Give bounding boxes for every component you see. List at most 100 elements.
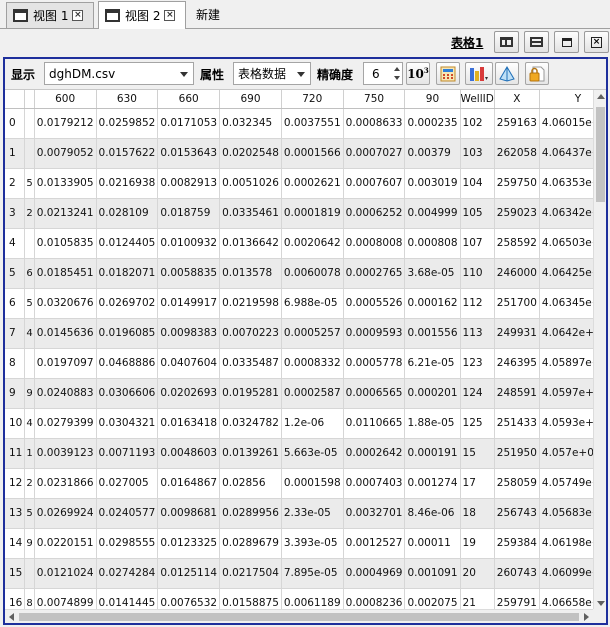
3d-view-button[interactable] bbox=[495, 62, 519, 85]
table-cell[interactable]: 0.0136642 bbox=[219, 228, 282, 259]
table-cell[interactable]: 0.001274 bbox=[404, 468, 461, 499]
row-index[interactable]: 12 bbox=[5, 468, 26, 499]
column-header[interactable]: 90 bbox=[404, 90, 461, 109]
split-horizontal-button[interactable] bbox=[524, 31, 549, 53]
table-cell[interactable]: 5.663e-05 bbox=[281, 438, 344, 469]
table-cell[interactable]: 17 bbox=[460, 468, 495, 499]
table-cell[interactable]: 124 bbox=[460, 378, 495, 409]
scroll-up-icon[interactable] bbox=[597, 94, 605, 99]
table-cell[interactable]: 251433 bbox=[494, 408, 540, 439]
table-cell[interactable]: 9 bbox=[24, 378, 35, 409]
table-cell[interactable]: 0.0082913 bbox=[157, 168, 221, 199]
row-index[interactable]: 14 bbox=[5, 528, 26, 559]
table-cell[interactable]: 0.0335461 bbox=[219, 198, 282, 229]
table-cell[interactable]: 1.88e-05 bbox=[404, 408, 461, 439]
table-cell[interactable]: 0.0157622 bbox=[96, 138, 159, 169]
table-row[interactable]: 6 5 0.0320676 0.0269702 0.0149917 0.0219598 6.… bbox=[5, 288, 606, 319]
scroll-left-icon[interactable] bbox=[9, 613, 14, 621]
table-cell[interactable]: 0.0020642 bbox=[281, 228, 344, 259]
row-index[interactable]: 9 bbox=[5, 378, 26, 409]
table-cell[interactable]: 0.0098681 bbox=[157, 498, 221, 529]
table-cell[interactable]: 9 bbox=[24, 528, 35, 559]
table-cell[interactable]: 20 bbox=[460, 558, 495, 589]
table-cell[interactable]: 260743 bbox=[494, 558, 540, 589]
table-cell[interactable]: 0.0051026 bbox=[219, 168, 282, 199]
table-cell[interactable]: 0.0298555 bbox=[96, 528, 159, 559]
row-index[interactable]: 13 bbox=[5, 498, 26, 529]
table-cell[interactable]: 3.68e-05 bbox=[404, 258, 461, 289]
file-select[interactable]: dghDM.csv bbox=[44, 62, 194, 85]
table-cell[interactable]: 0.00011 bbox=[404, 528, 461, 559]
table-cell[interactable]: 0.028109 bbox=[96, 198, 159, 229]
table-cell[interactable]: 0.0002765 bbox=[343, 258, 406, 289]
table-cell[interactable]: 0.0125114 bbox=[157, 558, 221, 589]
table-cell[interactable]: 0.0133905 bbox=[34, 168, 97, 199]
table-cell[interactable]: 0.0279399 bbox=[34, 408, 97, 439]
row-index[interactable]: 2 bbox=[5, 168, 26, 199]
table-row[interactable]: 11 1 0.0039123 0.0071193 0.0048603 0.0139261 5… bbox=[5, 438, 606, 469]
horizontal-scrollbar[interactable] bbox=[5, 609, 593, 623]
table-cell[interactable]: 0.0008332 bbox=[281, 348, 344, 379]
column-header[interactable]: WellID bbox=[460, 90, 495, 109]
color-chart-button[interactable] bbox=[465, 62, 493, 85]
column-header[interactable]: X bbox=[494, 90, 540, 109]
maximize-button[interactable] bbox=[554, 31, 579, 53]
table-cell[interactable]: 2 bbox=[24, 198, 35, 229]
table-cell[interactable]: 5 bbox=[24, 498, 35, 529]
table-cell[interactable]: 0.0195281 bbox=[219, 378, 282, 409]
table-cell[interactable]: 0.0220151 bbox=[34, 528, 97, 559]
scroll-down-icon[interactable] bbox=[597, 601, 605, 606]
table-cell[interactable]: 103 bbox=[460, 138, 495, 169]
table-cell[interactable]: 0.0145636 bbox=[34, 318, 97, 349]
table-cell[interactable]: 0.0185451 bbox=[34, 258, 97, 289]
table-cell[interactable]: 0.0098383 bbox=[157, 318, 221, 349]
table-cell[interactable]: 0.004999 bbox=[404, 198, 461, 229]
table-cell[interactable]: 2.33e-05 bbox=[281, 498, 344, 529]
table-cell[interactable]: 4 bbox=[24, 408, 35, 439]
row-index[interactable]: 15 bbox=[5, 558, 26, 589]
column-header[interactable]: 720 bbox=[281, 90, 344, 109]
data-table-grid[interactable]: 600 630 660 690 720 750 90 WellID X Y 0 0.0179212 0… bbox=[5, 89, 606, 623]
table-cell[interactable]: 259384 bbox=[494, 528, 540, 559]
table-cell[interactable]: 1.2e-06 bbox=[281, 408, 344, 439]
table-cell[interactable]: 0.018759 bbox=[157, 198, 221, 229]
column-header[interactable]: 690 bbox=[219, 90, 282, 109]
table-cell[interactable]: 105 bbox=[460, 198, 495, 229]
attribute-select[interactable]: 表格数据 bbox=[233, 62, 311, 85]
table-cell[interactable]: 2 bbox=[24, 468, 35, 499]
table-cell[interactable]: 0.000201 bbox=[404, 378, 461, 409]
table-cell[interactable]: 7.895e-05 bbox=[281, 558, 344, 589]
table-cell[interactable]: 0.0060078 bbox=[281, 258, 344, 289]
table-cell[interactable]: 0.001091 bbox=[404, 558, 461, 589]
table-cell[interactable]: 251950 bbox=[494, 438, 540, 469]
row-index[interactable]: 10 bbox=[5, 408, 26, 439]
table-cell[interactable]: 6.988e-05 bbox=[281, 288, 344, 319]
table-cell[interactable]: 0.0202693 bbox=[157, 378, 221, 409]
table-cell[interactable]: 0.0274284 bbox=[96, 558, 159, 589]
table-cell[interactable]: 0.013578 bbox=[219, 258, 282, 289]
row-index[interactable]: 8 bbox=[5, 348, 26, 379]
table-row[interactable]: 1 0.0079052 0.0157622 0.0153643 0.0202548 0.0… bbox=[5, 138, 606, 169]
table-cell[interactable]: 0.0202548 bbox=[219, 138, 282, 169]
table-cell[interactable]: 0.0163418 bbox=[157, 408, 221, 439]
table-cell[interactable]: 249931 bbox=[494, 318, 540, 349]
table-cell[interactable]: 0.0005257 bbox=[281, 318, 344, 349]
table-cell[interactable]: 0.0079052 bbox=[34, 138, 97, 169]
table-cell[interactable]: 0.003019 bbox=[404, 168, 461, 199]
table-cell[interactable]: 0.0269924 bbox=[34, 498, 97, 529]
table-cell[interactable]: 0.0231866 bbox=[34, 468, 97, 499]
tab-view-2[interactable]: 视图 2 × bbox=[98, 1, 186, 29]
table-cell[interactable]: 6 bbox=[24, 258, 35, 289]
table-cell[interactable]: 259163 bbox=[494, 108, 540, 139]
spin-down-icon[interactable] bbox=[394, 76, 400, 80]
table-cell[interactable]: 0.0269702 bbox=[96, 288, 159, 319]
table-row[interactable]: 2 5 0.0133905 0.0216938 0.0082913 0.0051026 0.… bbox=[5, 168, 606, 199]
table-row[interactable]: 0 0.0179212 0.0259852 0.0171053 0.032345 0.00… bbox=[5, 108, 606, 139]
table-cell[interactable]: 258592 bbox=[494, 228, 540, 259]
table-cell[interactable]: 251700 bbox=[494, 288, 540, 319]
table-cell[interactable]: 0.0179212 bbox=[34, 108, 97, 139]
precision-spinbox[interactable]: 6 bbox=[363, 62, 403, 85]
table-cell[interactable]: 0.0304321 bbox=[96, 408, 159, 439]
table-cell[interactable]: 113 bbox=[460, 318, 495, 349]
table-cell[interactable]: 0.0153643 bbox=[157, 138, 221, 169]
